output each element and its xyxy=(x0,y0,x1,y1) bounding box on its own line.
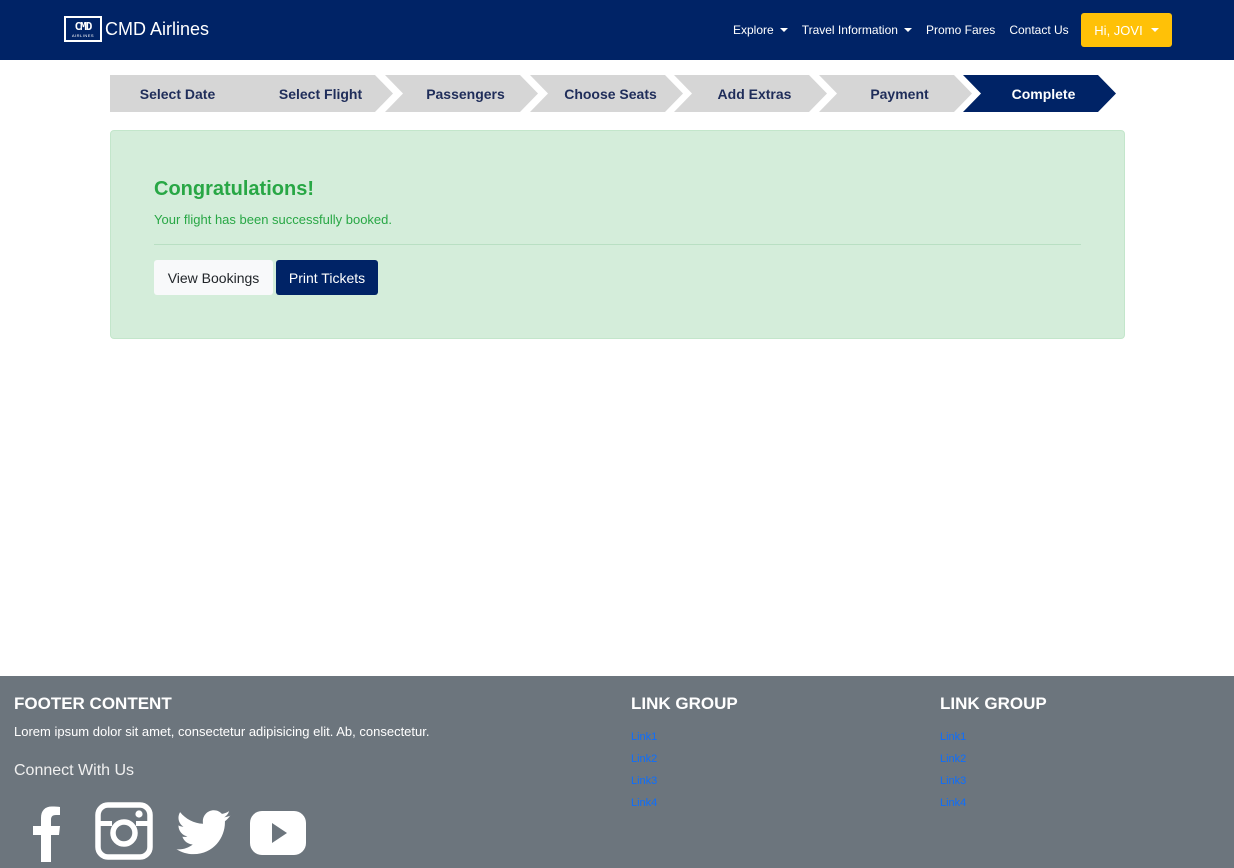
facebook-icon[interactable] xyxy=(30,802,62,867)
booking-success-alert: Congratulations! Your flight has been su… xyxy=(110,130,1125,339)
nav-links: Explore Travel Information Promo Fares C… xyxy=(733,0,1083,60)
nav-promo-fares[interactable]: Promo Fares xyxy=(926,23,995,37)
twitter-icon[interactable] xyxy=(176,810,232,861)
print-tickets-button[interactable]: Print Tickets xyxy=(276,260,378,295)
footer-link[interactable]: Link3 xyxy=(631,770,738,792)
nav-travel-information[interactable]: Travel Information xyxy=(802,23,912,37)
step-add-extras: Add Extras xyxy=(674,75,827,112)
footer-title: FOOTER CONTENT xyxy=(14,694,172,713)
logo-subtext: AIRLINES xyxy=(71,32,95,38)
footer-link[interactable]: Link4 xyxy=(631,792,738,814)
step-label: Passengers xyxy=(426,85,505,102)
nav-contact-us-label: Contact Us xyxy=(1009,23,1069,37)
step-label: Complete xyxy=(1011,85,1076,102)
link-group-title: LINK GROUP xyxy=(940,694,1047,713)
step-payment: Payment xyxy=(819,75,972,112)
nav-promo-fares-label: Promo Fares xyxy=(925,23,996,37)
footer-link[interactable]: Link4 xyxy=(940,792,1047,814)
logo-text: CMD xyxy=(74,19,93,33)
footer-link[interactable]: Link1 xyxy=(631,726,738,748)
nav-explore-label: Explore xyxy=(733,23,774,37)
user-menu-button[interactable]: Hi, JOVI xyxy=(1081,13,1172,47)
alert-actions: View Bookings Print Tickets xyxy=(154,260,378,295)
step-label: Select Date xyxy=(139,85,216,102)
alert-message: Your flight has been successfully booked… xyxy=(154,212,393,227)
step-label: Select Flight xyxy=(278,85,363,102)
user-menu-label: Hi, JOVI xyxy=(1094,22,1143,38)
link-group-title: LINK GROUP xyxy=(631,694,738,713)
footer-link-group-2: LINK GROUP Link1 Link2 Link3 Link4 xyxy=(940,694,1047,814)
connect-heading: Connect With Us xyxy=(14,762,135,779)
nav-explore[interactable]: Explore xyxy=(733,23,788,37)
step-label: Choose Seats xyxy=(564,85,657,102)
brand-name: CMD Airlines xyxy=(105,18,210,39)
caret-down-icon xyxy=(779,27,788,32)
view-bookings-button[interactable]: View Bookings xyxy=(154,260,273,295)
step-select-date: Select Date xyxy=(110,75,263,112)
alert-heading: Congratulations! xyxy=(154,178,314,200)
footer-link-group-1: LINK GROUP Link1 Link2 Link3 Link4 xyxy=(631,694,738,814)
instagram-icon[interactable] xyxy=(95,802,153,865)
nav-contact-us[interactable]: Contact Us xyxy=(1009,23,1068,37)
footer-text: Lorem ipsum dolor sit amet, consectetur … xyxy=(14,724,430,739)
top-navbar: CMD AIRLINES CMD Airlines Explore Travel… xyxy=(0,0,1234,60)
footer-link[interactable]: Link1 xyxy=(940,726,1047,748)
step-passengers: Passengers xyxy=(385,75,538,112)
caret-down-icon xyxy=(1150,27,1159,32)
step-complete: Complete xyxy=(963,75,1116,112)
site-footer: FOOTER CONTENT Lorem ipsum dolor sit ame… xyxy=(0,676,1234,868)
footer-link[interactable]: Link2 xyxy=(631,748,738,770)
youtube-icon[interactable] xyxy=(249,810,307,861)
footer-link[interactable]: Link3 xyxy=(940,770,1047,792)
nav-travel-information-label: Travel Information xyxy=(801,23,898,37)
step-choose-seats: Choose Seats xyxy=(530,75,683,112)
cmd-logo-icon: CMD AIRLINES xyxy=(64,16,102,42)
step-select-flight: Select Flight xyxy=(240,75,393,112)
caret-down-icon xyxy=(903,27,912,32)
footer-link[interactable]: Link2 xyxy=(940,748,1047,770)
step-label: Payment xyxy=(870,85,929,102)
brand-link[interactable]: CMD AIRLINES CMD Airlines xyxy=(64,16,209,42)
step-label: Add Extras xyxy=(717,85,792,102)
alert-divider xyxy=(154,244,1081,245)
booking-progress-stepper: Select Date Select Flight Passengers Cho… xyxy=(0,75,1234,112)
